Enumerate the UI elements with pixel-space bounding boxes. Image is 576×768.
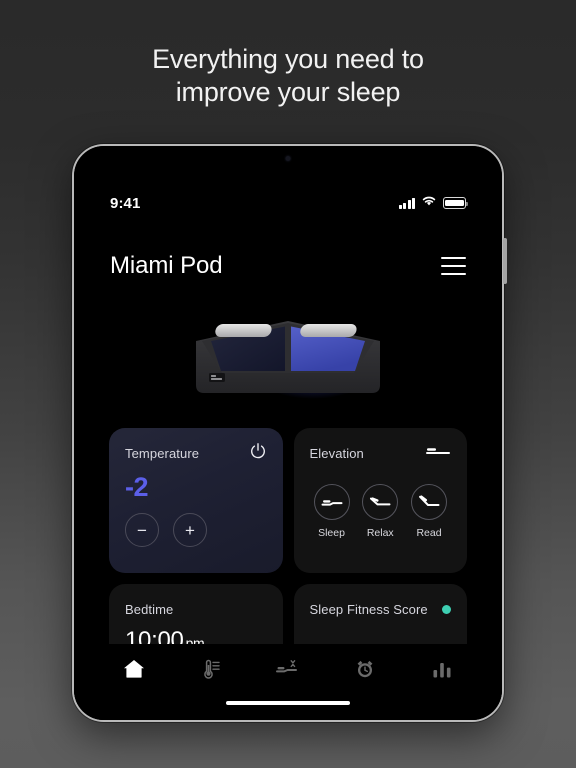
promo-headline: Everything you need to improve your slee… [0,43,576,109]
bottom-tab-bar [74,644,502,720]
wifi-icon [421,194,437,212]
thermometer-icon [200,658,222,685]
temperature-card-header: Temperature [125,442,267,465]
bed-flat-icon [425,444,451,462]
page-title: Miami Pod [110,252,223,279]
bed-read-profile-icon [411,484,447,520]
elevation-preset-relax-label: Relax [366,527,394,539]
headline-line-2: improve your sleep [175,77,401,107]
temperature-card-label: Temperature [125,445,200,461]
bed-elevation-icon [275,659,301,684]
tab-trends[interactable] [419,656,465,686]
sleep-fitness-card-label: Sleep Fitness Score [309,601,428,617]
bed-flat-profile-icon [313,484,350,520]
elevation-preset-relax[interactable]: Relax [362,484,399,539]
tab-home[interactable] [111,656,157,686]
power-icon[interactable] [249,442,267,465]
bar-chart-icon [431,659,453,684]
bedtime-card-header: Bedtime [125,600,267,618]
tab-alarm[interactable] [342,656,388,686]
elevation-presets: Sleep Relax Read [310,484,452,539]
elevation-preset-sleep[interactable]: Sleep [313,484,350,539]
temperature-increase-button[interactable]: + [173,513,207,547]
elevation-card-header: Elevation [310,444,452,462]
sleep-fitness-card-header: Sleep Fitness Score [309,600,451,618]
home-indicator-bar[interactable] [226,700,350,705]
status-badge [442,604,451,614]
hamburger-menu-icon[interactable] [441,257,466,275]
cellular-bars-icon [398,197,415,209]
status-bar: 9:41 [74,192,502,214]
tab-temperature[interactable] [188,656,234,686]
front-camera-dot [285,156,291,161]
temperature-value: -2 [125,472,149,502]
elevation-preset-read-label: Read [416,527,442,539]
temperature-card[interactable]: Temperature -2 − + [109,428,283,573]
temperature-decrease-button[interactable]: − [125,513,159,547]
power-side-button[interactable] [503,238,507,284]
tab-elevation[interactable] [265,656,311,686]
elevation-card-label: Elevation [309,445,364,461]
device-screen: 9:41 Miami Pod Temperature -2 − + Elevat… [74,146,502,720]
bed-relax-profile-icon [362,484,399,520]
bedtime-card-label: Bedtime [125,601,174,617]
pod-mattress-image [74,302,502,418]
elevation-preset-sleep-label: Sleep [318,527,345,539]
app-header: Miami Pod [74,246,502,286]
headline-line-1: Everything you need to [152,44,424,74]
status-bar-icons [398,194,468,212]
battery-full-icon [443,197,468,209]
elevation-card[interactable]: Elevation Sleep Relax Read [293,428,467,573]
alarm-clock-icon [354,658,376,685]
temperature-controls: − + [125,513,267,547]
dashboard-cards: Temperature -2 − + Elevation Sleep Relax… [109,428,467,679]
status-bar-clock: 9:41 [110,194,141,212]
elevation-preset-read[interactable]: Read [411,484,447,539]
tablet-device-frame: 9:41 Miami Pod Temperature -2 − + Elevat… [72,144,507,722]
home-icon [123,658,145,684]
